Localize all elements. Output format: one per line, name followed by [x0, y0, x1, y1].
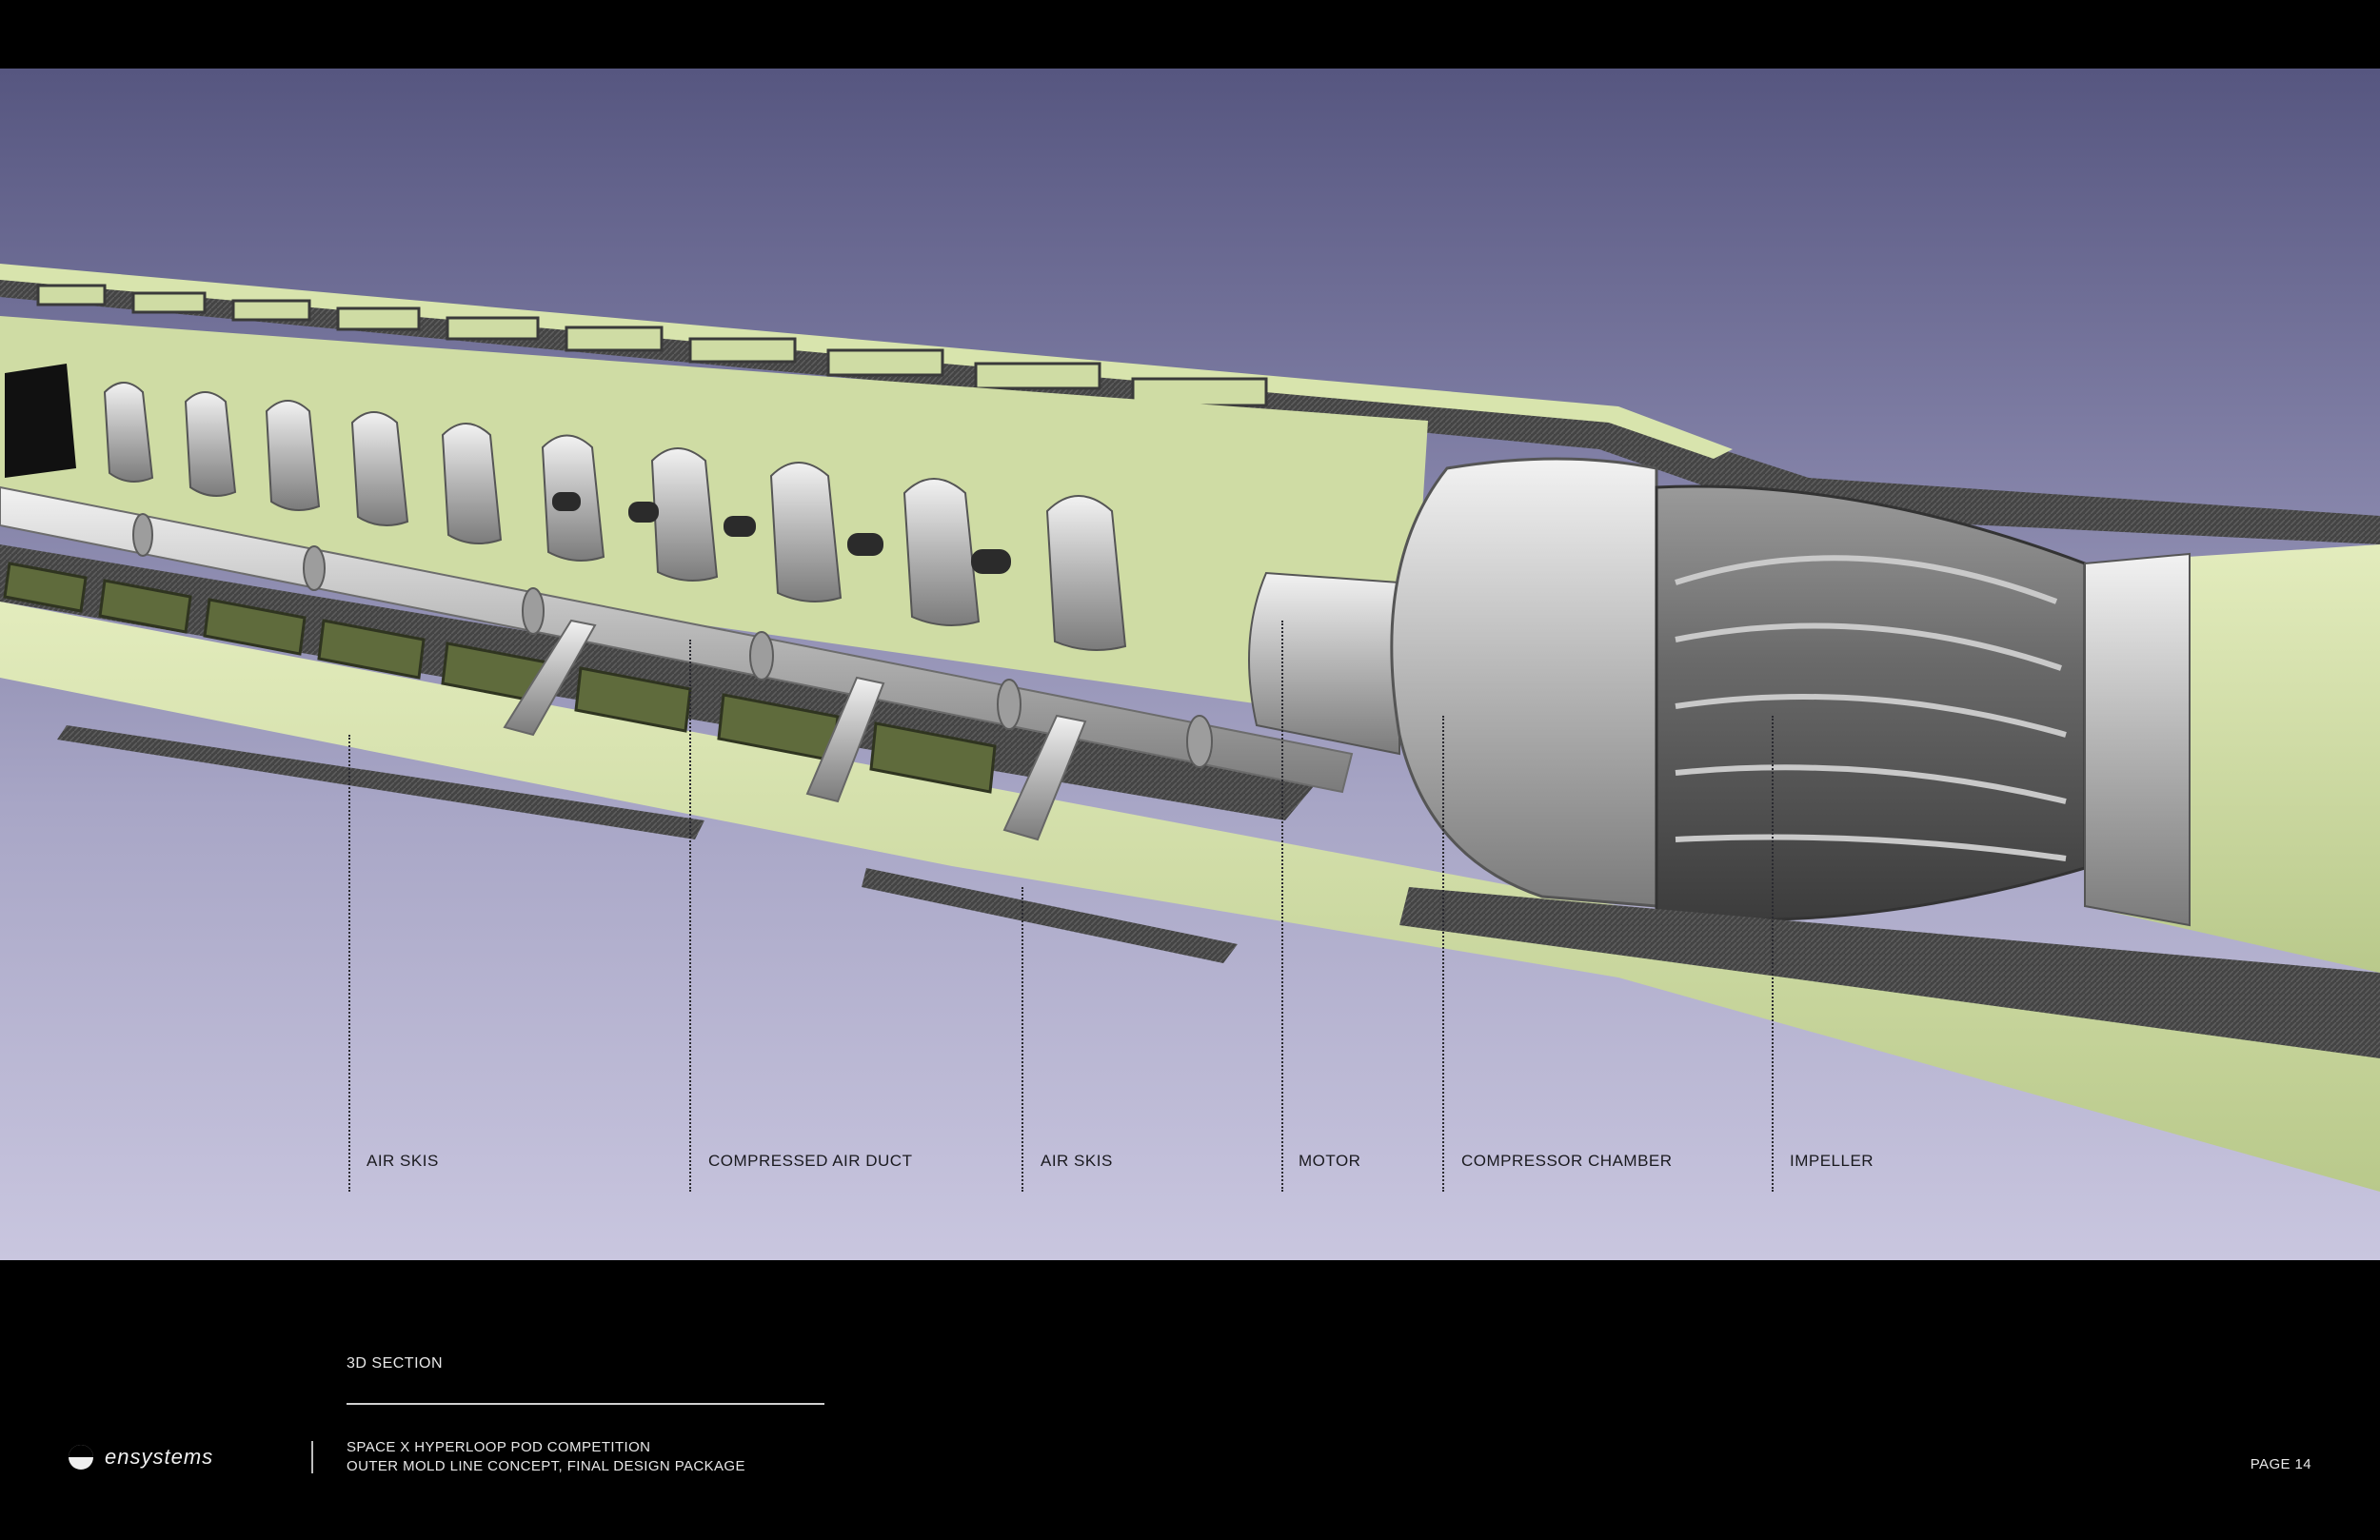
- callout-line-impeller: [1772, 716, 1774, 1192]
- callout-label-compressor-chamber: COMPRESSOR CHAMBER: [1461, 1152, 1673, 1170]
- cabin-window-front: [5, 364, 76, 478]
- logo-divider: [311, 1441, 313, 1473]
- motor: [1248, 571, 1400, 756]
- top-bar: [0, 0, 2380, 69]
- logo-text: ensystems: [105, 1445, 214, 1469]
- pod-cutaway-illustration: [0, 264, 2380, 1192]
- callout-label-air-skis-front: AIR SKIS: [367, 1152, 439, 1170]
- callout-label-compressed-air-duct: COMPRESSED AIR DUCT: [708, 1152, 913, 1170]
- callout-label-motor: MOTOR: [1299, 1152, 1361, 1170]
- section-divider: [347, 1403, 824, 1405]
- callout-line-air-skis-front: [348, 735, 350, 1192]
- pod-section-render: AIR SKIS COMPRESSED AIR DUCT AIR SKIS MO…: [0, 69, 2380, 1260]
- company-logo: ensystems: [67, 1441, 213, 1473]
- logo-mark-icon: [69, 1445, 93, 1470]
- page-number: PAGE 14: [2250, 1456, 2311, 1472]
- callout-label-air-skis-rear: AIR SKIS: [1041, 1152, 1113, 1170]
- callout-line-air-skis-rear: [1021, 887, 1023, 1192]
- callout-line-compressor-chamber: [1442, 716, 1444, 1192]
- project-title: SPACE X HYPERLOOP POD COMPETITION: [347, 1439, 651, 1455]
- callout-label-impeller: IMPELLER: [1790, 1152, 1874, 1170]
- compressor-chamber: [1390, 457, 1658, 908]
- callout-line-motor: [1281, 621, 1283, 1192]
- callout-line-compressed-air-duct: [689, 640, 691, 1192]
- project-subtitle: OUTER MOLD LINE CONCEPT, FINAL DESIGN PA…: [347, 1458, 745, 1474]
- section-title: 3D SECTION: [347, 1355, 444, 1372]
- rear-collar: [2084, 552, 2191, 927]
- footer: 3D SECTION ensystems SPACE X HYPERLOOP P…: [0, 1260, 2380, 1540]
